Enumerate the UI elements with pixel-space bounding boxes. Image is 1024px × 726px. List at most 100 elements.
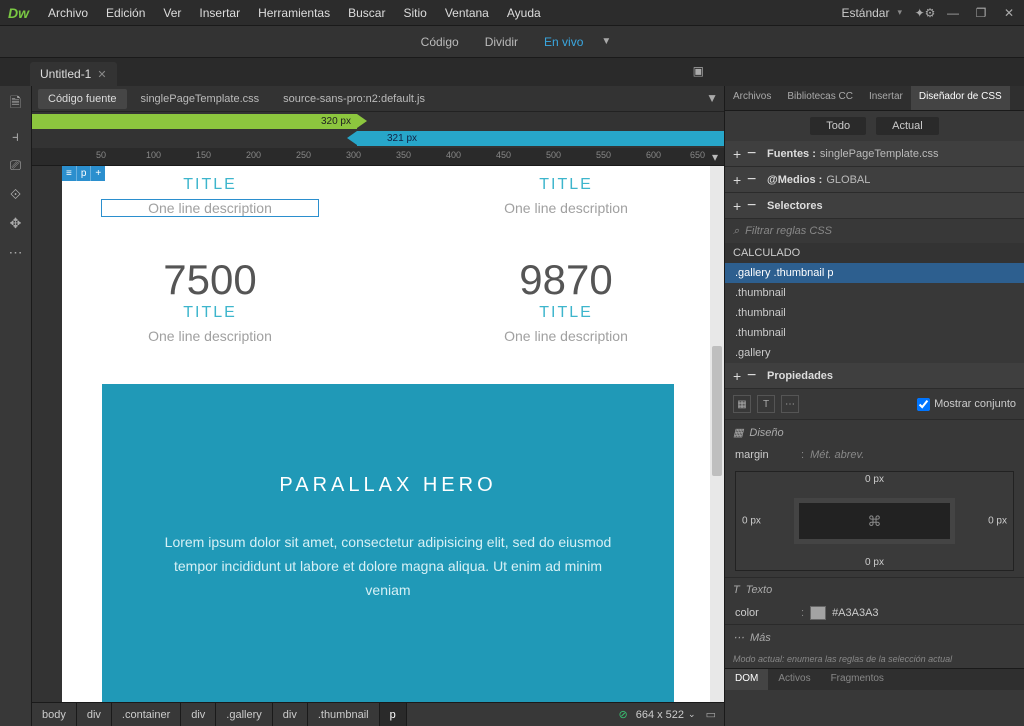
remove-icon[interactable]: − [747, 197, 761, 215]
color-row[interactable]: color : #A3A3A3 [725, 602, 1024, 624]
device-preview-icon[interactable]: ▭ [706, 708, 716, 721]
ruler-marker-icon[interactable]: ▾ [712, 150, 718, 164]
tab-bibliotecas[interactable]: Bibliotecas CC [779, 86, 861, 110]
parallax-hero[interactable]: PARALLAX HERO Lorem ipsum dolor sit amet… [102, 384, 674, 702]
tab-activos[interactable]: Activos [768, 669, 820, 690]
live-icon[interactable]: ⎚ [6, 157, 26, 174]
add-source-icon[interactable]: + [733, 146, 747, 162]
minimize-icon[interactable]: — [942, 4, 964, 22]
propiedades-row[interactable]: + − Propiedades [725, 363, 1024, 389]
fuentes-row[interactable]: + − Fuentes : singlePageTemplate.css [725, 141, 1024, 167]
design-canvas[interactable]: ≡ p + TITLE One line description TITLE O… [62, 166, 714, 702]
crumb-div[interactable]: div [77, 703, 112, 726]
tab-untitled-1[interactable]: Untitled-1 ✕ [30, 62, 117, 86]
menu-edicion[interactable]: Edición [97, 6, 154, 20]
breakpoints-bar[interactable]: 320 px 321 px [32, 112, 724, 148]
close-window-icon[interactable]: ✕ [998, 4, 1020, 22]
text-category-icon[interactable]: T [757, 395, 775, 413]
color-value[interactable]: #A3A3A3 [832, 607, 878, 619]
filter-selectors[interactable]: ⌕ Filtrar reglas CSS [725, 219, 1024, 243]
margin-right-val[interactable]: 0 px [988, 516, 1007, 527]
crumb-body[interactable]: body [32, 703, 77, 726]
selector-item[interactable]: .thumbnail [725, 283, 1024, 303]
tab-dom[interactable]: DOM [725, 669, 768, 690]
thumbnail-card[interactable]: TITLE One line description [102, 176, 318, 216]
menu-sitio[interactable]: Sitio [394, 6, 435, 20]
more-category-icon[interactable]: ⋯ [781, 395, 799, 413]
menu-herramientas[interactable]: Herramientas [249, 6, 339, 20]
canvas-size[interactable]: 664 x 522⌄ [636, 709, 696, 721]
tab-insertar[interactable]: Insertar [861, 86, 911, 110]
subtab-todo[interactable]: Todo [810, 117, 866, 135]
subtab-actual[interactable]: Actual [876, 117, 939, 135]
color-swatch[interactable] [810, 606, 826, 620]
sync-settings-icon[interactable]: ✦⚙ [914, 4, 936, 22]
add-selector-icon[interactable]: + [733, 198, 747, 214]
crumb-container[interactable]: .container [112, 703, 181, 726]
seltag-element[interactable]: p [77, 166, 92, 181]
seltag-menu-icon[interactable]: ≡ [62, 166, 77, 181]
wand-icon[interactable]: ⟐ [6, 186, 26, 203]
scrollbar-thumb[interactable] [712, 346, 722, 476]
status-ok-icon[interactable]: ⊘ [619, 708, 628, 721]
add-media-icon[interactable]: + [733, 172, 747, 188]
margin-top-val[interactable]: 0 px [865, 474, 884, 485]
menu-buscar[interactable]: Buscar [339, 6, 394, 20]
margin-left-val[interactable]: 0 px [742, 516, 761, 527]
stat-card[interactable]: 7500 TITLE One line description [102, 252, 318, 344]
related-file-js[interactable]: source-sans-pro:n2:default.js [273, 89, 435, 109]
tab-archivos[interactable]: Archivos [725, 86, 779, 110]
menu-ventana[interactable]: Ventana [436, 6, 498, 20]
selector-item[interactable]: .gallery [725, 343, 1024, 363]
margin-bottom-val[interactable]: 0 px [865, 557, 884, 568]
crumb-div[interactable]: div [273, 703, 308, 726]
crumb-thumbnail[interactable]: .thumbnail [308, 703, 380, 726]
margin-box-model[interactable]: 0 px 0 px 0 px 0 px ⌘ [735, 471, 1014, 571]
target-icon[interactable]: ✥ [6, 215, 26, 232]
menu-insertar[interactable]: Insertar [190, 6, 249, 20]
menu-ayuda[interactable]: Ayuda [498, 6, 550, 20]
crumb-div[interactable]: div [181, 703, 216, 726]
remove-icon[interactable]: − [747, 145, 761, 163]
split-icon[interactable]: ⫞ [6, 128, 26, 145]
remove-icon[interactable]: − [747, 171, 761, 189]
menu-ver[interactable]: Ver [154, 6, 190, 20]
link-values-icon[interactable]: ⌘ [868, 513, 882, 530]
view-dropdown-icon[interactable]: ▼ [601, 36, 611, 47]
crumb-gallery[interactable]: .gallery [216, 703, 272, 726]
menu-archivo[interactable]: Archivo [39, 6, 97, 20]
tab-close-icon[interactable]: ✕ [97, 68, 106, 81]
filter-files-icon[interactable]: ▼ [706, 91, 718, 105]
margin-shorthand[interactable]: Mét. abrev. [810, 449, 864, 461]
file-icon[interactable]: 🗎 [6, 92, 26, 116]
element-selection-tag[interactable]: ≡ p + [62, 166, 105, 181]
seltag-add-icon[interactable]: + [91, 166, 105, 181]
card-desc-selected[interactable]: One line description [102, 200, 318, 216]
canvas-scrollbar[interactable] [710, 166, 724, 702]
view-codigo[interactable]: Código [413, 31, 467, 53]
layout-category-icon[interactable]: ▦ [733, 395, 751, 413]
crumb-p[interactable]: p [380, 703, 407, 726]
add-property-icon[interactable]: + [733, 368, 747, 384]
stat-card[interactable]: 9870 TITLE One line description [458, 252, 674, 344]
remove-icon[interactable]: − [747, 367, 761, 385]
mostrar-conjunto-input[interactable] [917, 398, 930, 411]
view-en-vivo[interactable]: En vivo [536, 31, 591, 53]
mas-section-header[interactable]: ⋯ Más [725, 624, 1024, 650]
tab-fragmentos[interactable]: Fragmentos [821, 669, 894, 690]
view-dividir[interactable]: Dividir [477, 31, 526, 53]
more-icon[interactable]: ⋯ [6, 244, 26, 261]
selectores-row[interactable]: + − Selectores [725, 193, 1024, 219]
workspace-dropdown[interactable]: Estándar [835, 4, 908, 22]
tab-disenador-css[interactable]: Diseñador de CSS [911, 86, 1010, 110]
mostrar-conjunto-checkbox[interactable]: Mostrar conjunto [917, 398, 1016, 411]
selector-item[interactable]: .thumbnail [725, 303, 1024, 323]
selector-item[interactable]: .gallery .thumbnail p [725, 263, 1024, 283]
related-file-css[interactable]: singlePageTemplate.css [131, 89, 270, 109]
expand-panels-icon[interactable]: ▣ [693, 64, 704, 78]
restore-icon[interactable]: ❐ [970, 4, 992, 22]
selector-item[interactable]: .thumbnail [725, 323, 1024, 343]
source-code-pill[interactable]: Código fuente [38, 89, 127, 109]
medios-row[interactable]: + − @Medios : GLOBAL [725, 167, 1024, 193]
thumbnail-card[interactable]: TITLE One line description [458, 176, 674, 216]
